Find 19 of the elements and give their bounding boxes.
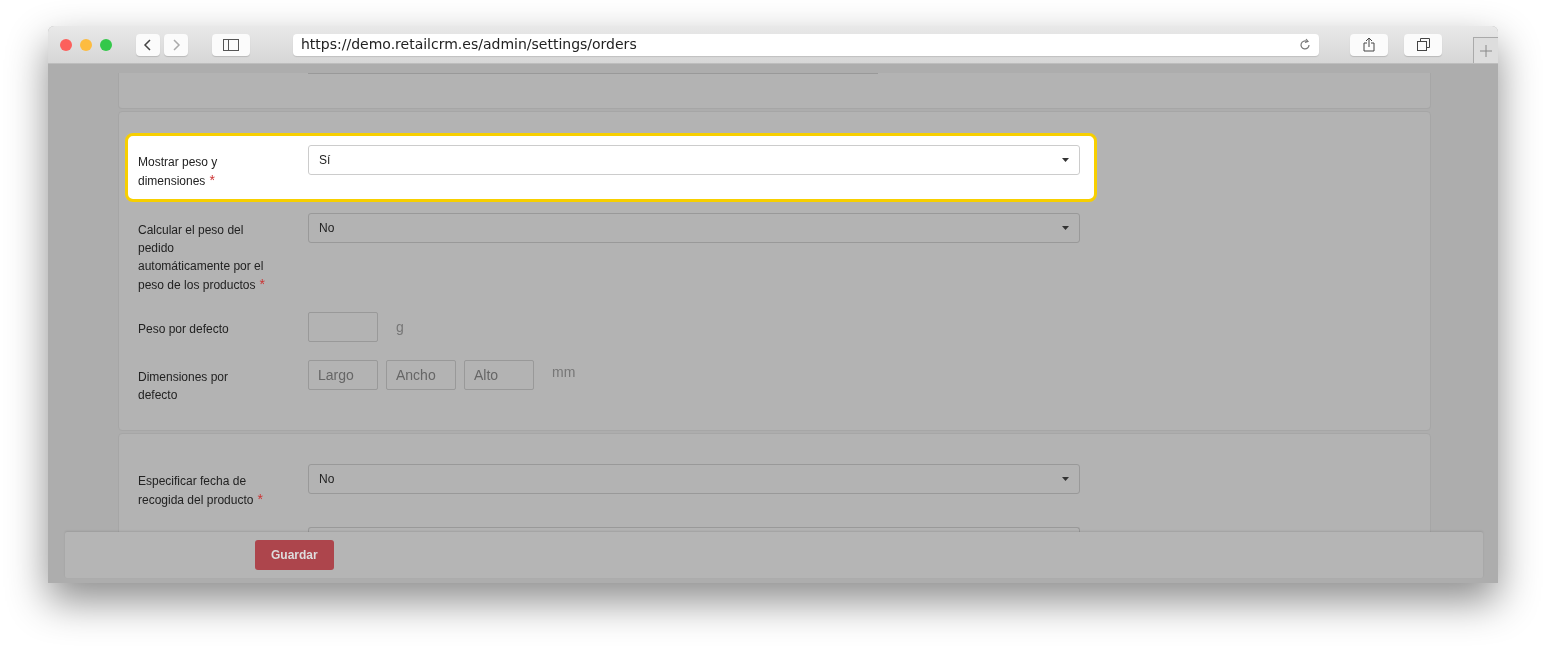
field-label: Mostrar peso y dimensiones * bbox=[138, 154, 219, 190]
unit-label: g bbox=[395, 317, 404, 337]
select-value: Sí bbox=[319, 152, 331, 169]
select-field[interactable]: No bbox=[308, 213, 1080, 243]
select-field[interactable]: No bbox=[308, 464, 1080, 494]
select-value: No bbox=[319, 220, 335, 237]
unit-label: mm bbox=[551, 362, 576, 382]
field-label: Especificar fecha de recogida del producto * bbox=[138, 473, 264, 509]
url-text: https://demo.retailcrm.es/admin/settings/orders bbox=[301, 35, 638, 54]
select-value: No bbox=[319, 471, 335, 488]
field-label: Dimensiones por defecto bbox=[138, 369, 230, 404]
field-label: Peso por defecto bbox=[138, 321, 230, 338]
save-button[interactable]: Guardar bbox=[255, 540, 334, 570]
input-field[interactable]: Largo bbox=[308, 360, 378, 390]
address-bar[interactable]: https://demo.retailcrm.es/admin/settings/orders bbox=[293, 33, 1319, 56]
input-field[interactable]: Alto bbox=[464, 360, 534, 390]
select-field[interactable]: Sí bbox=[308, 145, 1080, 175]
input-field[interactable]: Ancho bbox=[386, 360, 456, 390]
field-label: Calcular el peso del pedido automáticamente por el peso de los productos * bbox=[138, 222, 266, 294]
